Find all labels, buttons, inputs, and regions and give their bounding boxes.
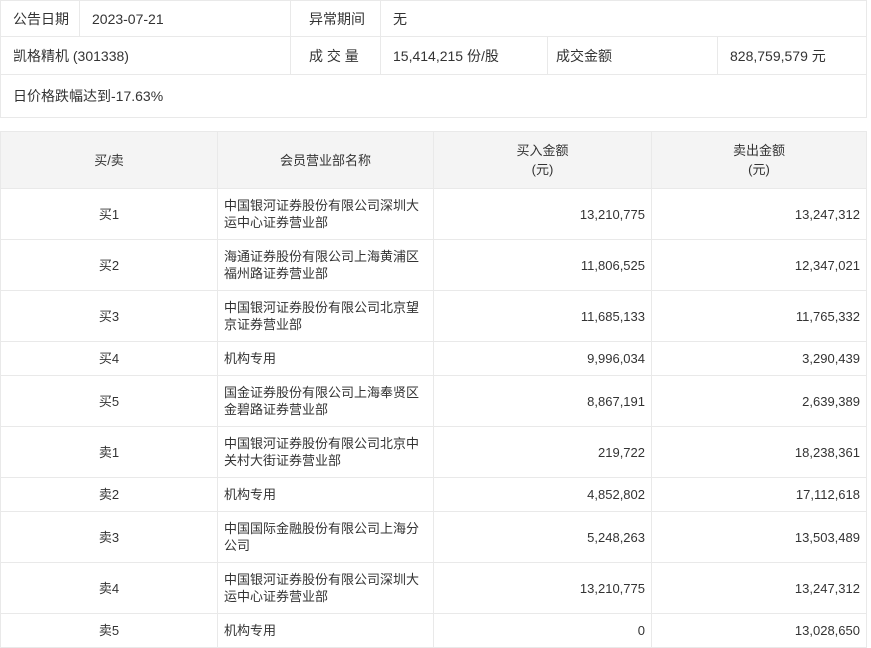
broker-table-body: 买1 中国银河证券股份有限公司深圳大运中心证券营业部 13,210,775 13…	[0, 188, 867, 648]
section-gap	[0, 118, 871, 131]
row-side: 买2	[0, 239, 218, 291]
stock-name-code: 凯格精机 (301338)	[1, 37, 291, 74]
row-branch-name: 中国银河证券股份有限公司北京中关村大街证券营业部	[217, 426, 434, 478]
broker-table: 买/卖 会员营业部名称 买入金额 (元) 卖出金额 (元) 买1 中国银河证券股…	[0, 131, 867, 648]
row-sell-amount: 13,247,312	[651, 188, 867, 240]
row-branch-name: 中国银河证券股份有限公司深圳大运中心证券营业部	[217, 188, 434, 240]
table-row: 卖1 中国银河证券股份有限公司北京中关村大街证券营业部 219,722 18,2…	[0, 426, 867, 478]
summary-row-date: 公告日期 2023-07-21 异常期间 无	[1, 1, 866, 37]
table-row: 买5 国金证券股份有限公司上海奉贤区金碧路证券营业部 8,867,191 2,6…	[0, 375, 867, 427]
table-row: 买1 中国银河证券股份有限公司深圳大运中心证券营业部 13,210,775 13…	[0, 188, 867, 240]
row-buy-amount: 9,996,034	[433, 341, 652, 376]
col-header-buy-amount-unit: (元)	[531, 162, 554, 177]
row-buy-amount: 11,806,525	[433, 239, 652, 291]
table-row: 买2 海通证券股份有限公司上海黄浦区福州路证券营业部 11,806,525 12…	[0, 239, 867, 291]
row-buy-amount: 0	[433, 613, 652, 648]
summary-row-stock: 凯格精机 (301338) 成 交 量 15,414,215 份/股 成交金额 …	[1, 37, 866, 75]
row-side: 卖3	[0, 511, 218, 563]
row-buy-amount: 13,210,775	[433, 562, 652, 614]
row-buy-amount: 13,210,775	[433, 188, 652, 240]
col-header-sell-amount-title: 卖出金额	[732, 143, 785, 158]
table-row: 卖3 中国国际金融股份有限公司上海分公司 5,248,263 13,503,48…	[0, 511, 867, 563]
table-row: 卖2 机构专用 4,852,802 17,112,618	[0, 477, 867, 512]
volume-value: 15,414,215 份/股	[381, 37, 548, 74]
row-branch-name: 机构专用	[217, 477, 434, 512]
col-header-buy-amount-title: 买入金额	[516, 143, 569, 158]
reason-note: 日价格跌幅达到-17.63%	[13, 88, 164, 104]
row-side: 卖5	[0, 613, 218, 648]
volume-label: 成 交 量	[291, 37, 381, 74]
row-branch-name: 海通证券股份有限公司上海黄浦区福州路证券营业部	[217, 239, 434, 291]
row-side: 卖4	[0, 562, 218, 614]
row-branch-name: 机构专用	[217, 613, 434, 648]
row-side: 卖1	[0, 426, 218, 478]
row-side: 买5	[0, 375, 218, 427]
row-side: 买4	[0, 341, 218, 376]
row-sell-amount: 18,238,361	[651, 426, 867, 478]
row-sell-amount: 17,112,618	[651, 477, 867, 512]
announce-date-value: 2023-07-21	[80, 1, 291, 36]
row-branch-name: 中国国际金融股份有限公司上海分公司	[217, 511, 434, 563]
col-header-sell-amount-unit: (元)	[748, 162, 770, 177]
table-row: 卖4 中国银河证券股份有限公司深圳大运中心证券营业部 13,210,775 13…	[0, 562, 867, 614]
table-row: 买4 机构专用 9,996,034 3,290,439	[0, 341, 867, 376]
trade-disclosure-page: 公告日期 2023-07-21 异常期间 无 凯格精机 (301338) 成 交…	[0, 0, 871, 648]
row-branch-name: 国金证券股份有限公司上海奉贤区金碧路证券营业部	[217, 375, 434, 427]
table-row: 卖5 机构专用 0 13,028,650	[0, 613, 867, 648]
abnormal-period-label: 异常期间	[291, 1, 381, 36]
row-sell-amount: 13,503,489	[651, 511, 867, 563]
row-sell-amount: 13,247,312	[651, 562, 867, 614]
row-sell-amount: 12,347,021	[651, 239, 867, 291]
col-header-side: 买/卖	[0, 131, 218, 189]
abnormal-period-value: 无	[393, 10, 407, 27]
row-side: 买1	[0, 188, 218, 240]
summary-panel: 公告日期 2023-07-21 异常期间 无 凯格精机 (301338) 成 交…	[0, 0, 867, 118]
summary-row-reason: 日价格跌幅达到-17.63%	[1, 75, 866, 117]
row-sell-amount: 13,028,650	[651, 613, 867, 648]
col-header-branch: 会员营业部名称	[217, 131, 434, 189]
row-buy-amount: 8,867,191	[433, 375, 652, 427]
col-header-sell-amount: 卖出金额 (元)	[651, 131, 867, 189]
turnover-value: 828,759,579 元	[730, 47, 826, 64]
row-branch-name: 中国银河证券股份有限公司北京望京证券营业部	[217, 290, 434, 342]
row-sell-amount: 3,290,439	[651, 341, 867, 376]
row-sell-amount: 2,639,389	[651, 375, 867, 427]
turnover-label: 成交金额	[548, 37, 718, 74]
row-buy-amount: 11,685,133	[433, 290, 652, 342]
table-row: 买3 中国银河证券股份有限公司北京望京证券营业部 11,685,133 11,7…	[0, 290, 867, 342]
announce-date-label: 公告日期	[1, 1, 80, 36]
row-side: 买3	[0, 290, 218, 342]
row-branch-name: 机构专用	[217, 341, 434, 376]
row-side: 卖2	[0, 477, 218, 512]
row-sell-amount: 11,765,332	[651, 290, 867, 342]
row-buy-amount: 4,852,802	[433, 477, 652, 512]
row-buy-amount: 5,248,263	[433, 511, 652, 563]
col-header-buy-amount: 买入金额 (元)	[433, 131, 652, 189]
row-branch-name: 中国银河证券股份有限公司深圳大运中心证券营业部	[217, 562, 434, 614]
row-buy-amount: 219,722	[433, 426, 652, 478]
broker-table-header: 买/卖 会员营业部名称 买入金额 (元) 卖出金额 (元)	[0, 131, 867, 189]
